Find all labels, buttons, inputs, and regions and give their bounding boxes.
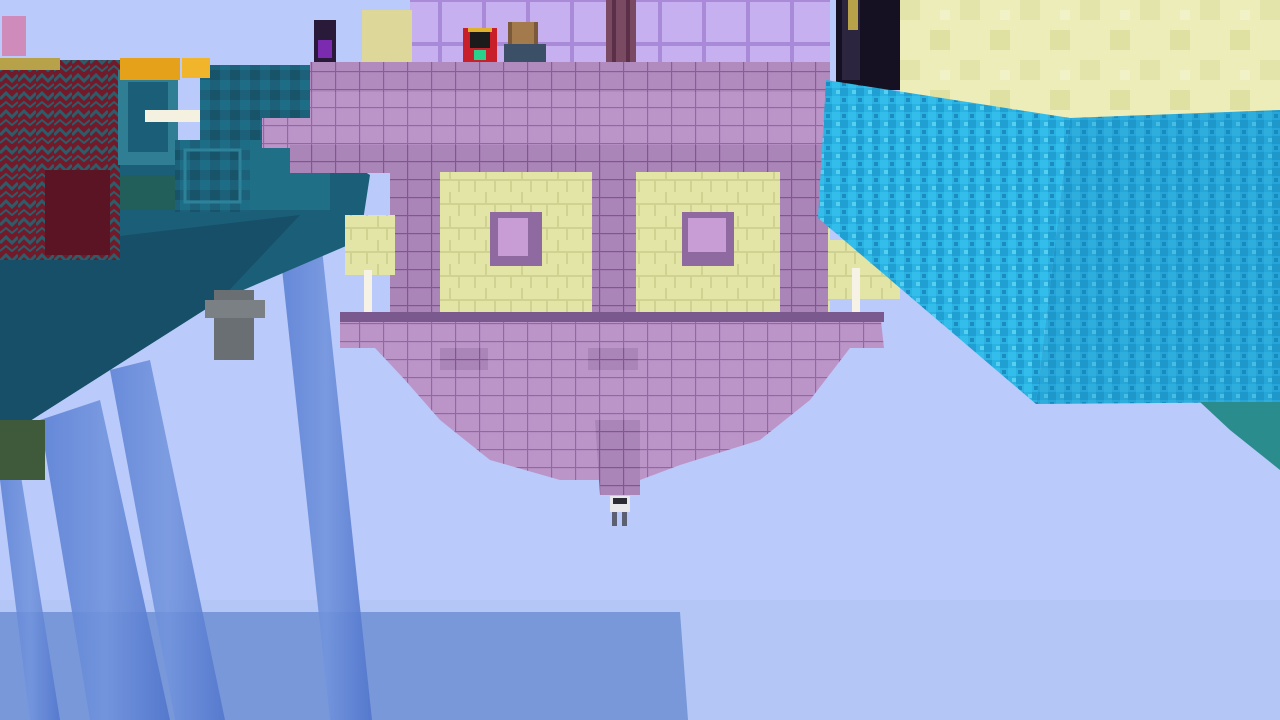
end-rod-left [364, 270, 372, 318]
end-rod-right [852, 268, 860, 318]
purpur-pillar [390, 172, 440, 312]
lanterns [120, 58, 180, 80]
world-render [0, 0, 1280, 720]
ladder [606, 0, 636, 62]
game-viewport[interactable] [0, 0, 1280, 720]
player-red [463, 28, 497, 62]
hanging-block [0, 420, 45, 480]
end-stone-cube-top [900, 0, 1280, 118]
coral [2, 16, 26, 56]
